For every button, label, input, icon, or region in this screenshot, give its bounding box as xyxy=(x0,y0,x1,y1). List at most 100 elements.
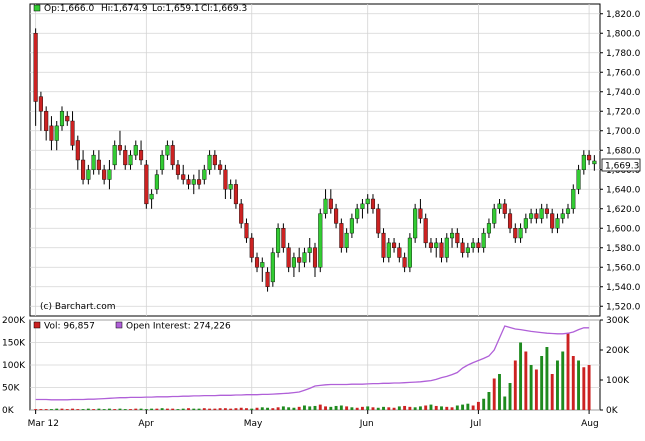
volume-bar xyxy=(487,392,491,410)
candle-body xyxy=(423,218,428,244)
volume-bar xyxy=(513,360,517,410)
volume-bar xyxy=(155,408,159,410)
volume-bar xyxy=(561,351,565,410)
candle-body xyxy=(286,247,291,268)
volume-bar xyxy=(329,406,333,410)
candle-body xyxy=(571,189,576,209)
candle-body xyxy=(65,115,70,122)
volume-bar xyxy=(519,342,523,410)
volume-bar xyxy=(334,405,338,410)
candle-body xyxy=(381,232,386,258)
volume-bar xyxy=(160,408,164,410)
volume-bar xyxy=(371,407,375,410)
candle-body xyxy=(492,208,497,224)
volume-bar xyxy=(550,374,554,410)
volume-bar xyxy=(250,408,254,410)
volume-bar xyxy=(55,408,59,410)
candle-body xyxy=(560,213,565,219)
candle-body xyxy=(297,257,302,263)
price-tick-label: 1,680.0 xyxy=(606,146,641,156)
candle-body xyxy=(244,223,249,239)
candle-body xyxy=(418,208,423,219)
volume-bar xyxy=(429,404,433,410)
candle-body xyxy=(312,247,318,268)
candle-body xyxy=(555,218,560,229)
candle-body xyxy=(149,193,154,200)
volume-bar xyxy=(408,406,412,410)
volume-tick-label: 100K xyxy=(2,361,26,371)
volume-bar xyxy=(466,403,470,410)
volume-bar xyxy=(197,408,201,410)
price-tick-label: 1,520.0 xyxy=(606,302,641,312)
candle-body xyxy=(434,242,439,248)
volume-bar xyxy=(529,365,533,410)
candle-body xyxy=(507,213,513,229)
volume-bar xyxy=(97,408,101,410)
volume-bar xyxy=(292,407,296,410)
volume-bar xyxy=(107,408,111,410)
x-tick-label: Mar 12 xyxy=(28,419,59,429)
candle-body xyxy=(565,208,571,214)
volume-bar xyxy=(498,374,501,410)
candle-body xyxy=(196,179,202,185)
candle-body xyxy=(439,242,444,258)
candle-body xyxy=(323,198,328,214)
candle-body xyxy=(550,213,555,229)
volume-tick-label: 150K xyxy=(2,339,26,349)
candle-body xyxy=(228,184,233,190)
volume-bar xyxy=(482,398,486,410)
volume-bar xyxy=(266,407,270,410)
header-low: Lo:1,659.1 xyxy=(152,4,200,14)
oi-legend-swatch xyxy=(115,321,123,329)
volume-bar xyxy=(44,409,48,410)
volume-bar xyxy=(118,408,122,410)
candle-body xyxy=(476,242,481,248)
candle-body xyxy=(44,111,49,131)
volume-bar xyxy=(71,408,74,410)
commodity-chart: 1,520.0 1,540.0 1,560.0 1,580.0 1,600.0 1,620… xyxy=(0,0,645,441)
price-tick-label: 1,820.0 xyxy=(606,10,641,20)
volume-bar xyxy=(255,407,259,410)
candle-body xyxy=(139,150,144,161)
candle-body xyxy=(450,232,455,239)
oi-tick-label: 0K xyxy=(606,406,619,416)
candle-body xyxy=(471,242,476,248)
volume-bar xyxy=(450,407,454,410)
volume-bar xyxy=(566,333,570,410)
header-legend-swatch xyxy=(33,4,41,12)
price-tick-label: 1,620.0 xyxy=(606,205,641,215)
volume-bar xyxy=(192,408,196,410)
candle-body xyxy=(154,174,159,190)
candle-body xyxy=(91,154,96,170)
volume-bar xyxy=(144,409,148,410)
candle-body xyxy=(233,184,238,205)
price-tick-label: 1,720.0 xyxy=(606,107,641,117)
volume-bar xyxy=(418,406,422,410)
candle-body xyxy=(49,125,54,141)
header-high: Hi:1,674.9 xyxy=(101,4,148,14)
volume-bar xyxy=(49,409,53,410)
candle-body xyxy=(107,169,112,180)
candle-body xyxy=(202,169,207,180)
candle-body xyxy=(386,242,391,258)
candle-body xyxy=(460,242,465,253)
x-tick-label: Aug xyxy=(581,419,599,429)
volume-bar xyxy=(150,408,154,410)
candle-body xyxy=(112,145,117,166)
volume-bar xyxy=(345,406,349,410)
candle-body xyxy=(465,247,470,253)
price-tick-label: 1,740.0 xyxy=(606,88,641,98)
volume-bar xyxy=(376,407,380,410)
candle-body xyxy=(75,140,80,161)
candle-body xyxy=(376,208,381,234)
volume-bar xyxy=(297,406,301,410)
candle-body xyxy=(581,154,586,170)
volume-bar xyxy=(471,405,475,410)
price-tick-label: 1,700.0 xyxy=(606,127,641,137)
candle-body xyxy=(33,33,38,102)
volume-bar xyxy=(223,408,227,410)
candle-body xyxy=(349,218,354,234)
candle-body xyxy=(123,150,128,166)
oi-label: Open Interest: 274,226 xyxy=(126,322,231,332)
candle-body xyxy=(128,154,133,166)
